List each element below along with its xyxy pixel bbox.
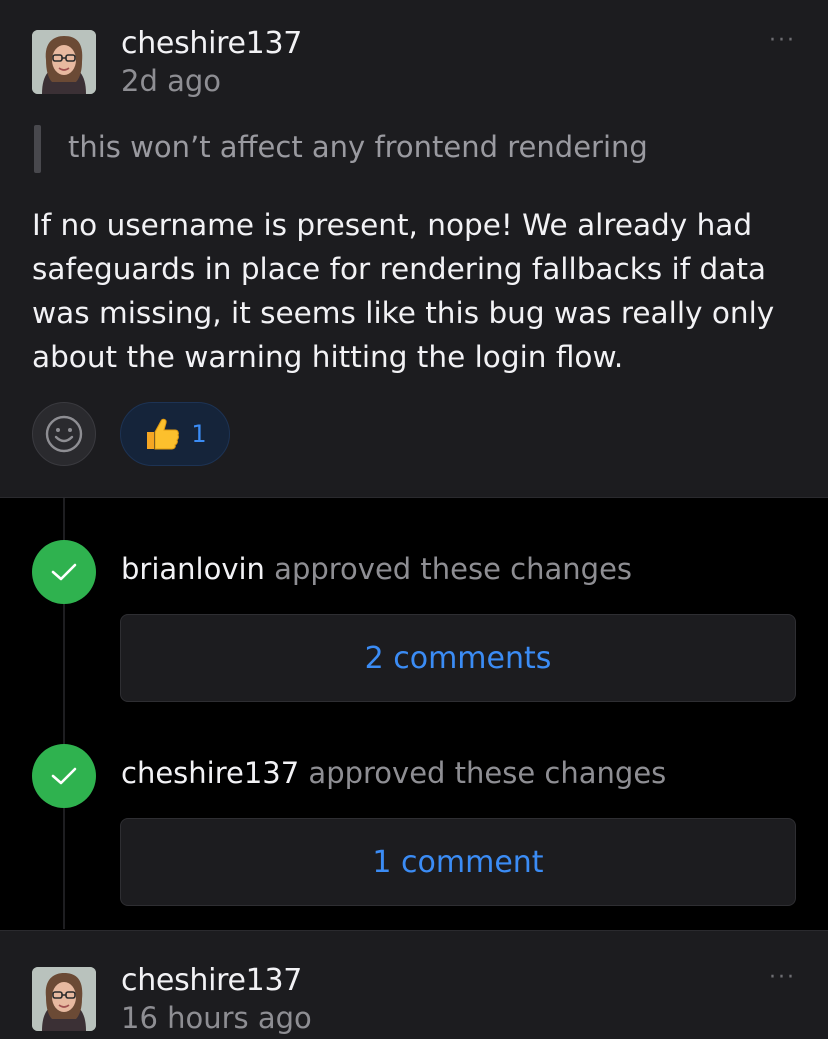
- reaction-thumbs-up[interactable]: 1: [120, 402, 230, 466]
- avatar-image: [32, 967, 96, 1031]
- comment-card: cheshire137 16 hours ago ···: [0, 930, 828, 1039]
- review-comments-button[interactable]: 1 comment: [120, 818, 796, 906]
- reaction-count: 1: [191, 420, 207, 448]
- add-reaction-button[interactable]: [32, 402, 96, 466]
- comment-card: cheshire137 2d ago ··· this won’t affect…: [0, 0, 828, 498]
- avatar[interactable]: [32, 30, 96, 94]
- thumbs-up-emoji: [147, 418, 180, 450]
- smiley-icon: [45, 415, 83, 453]
- comment-timestamp: 2d ago: [121, 64, 221, 98]
- review-author[interactable]: brianlovin: [121, 552, 265, 586]
- quoted-text: this won’t affect any frontend rendering: [68, 130, 648, 164]
- avatar[interactable]: [32, 967, 96, 1031]
- more-icon[interactable]: ···: [769, 967, 796, 989]
- review-event: cheshire137 approved these changes: [121, 756, 666, 790]
- comment-body: If no username is present, nope! We alre…: [32, 208, 775, 374]
- avatar-image: [32, 30, 96, 94]
- review-action: approved these changes: [308, 756, 667, 790]
- comment-author[interactable]: cheshire137: [121, 26, 302, 61]
- approved-badge: [32, 540, 96, 604]
- checkmark-icon: [51, 563, 77, 581]
- comment-author[interactable]: cheshire137: [121, 963, 302, 998]
- review-author[interactable]: cheshire137: [121, 756, 299, 790]
- comment-timestamp: 16 hours ago: [121, 1001, 312, 1035]
- quote-bar: [34, 125, 41, 173]
- more-icon[interactable]: ···: [769, 30, 796, 52]
- review-event: brianlovin approved these changes: [121, 552, 632, 586]
- review-action: approved these changes: [274, 552, 633, 586]
- approved-badge: [32, 744, 96, 808]
- review-comments-button[interactable]: 2 comments: [120, 614, 796, 702]
- checkmark-icon: [51, 767, 77, 785]
